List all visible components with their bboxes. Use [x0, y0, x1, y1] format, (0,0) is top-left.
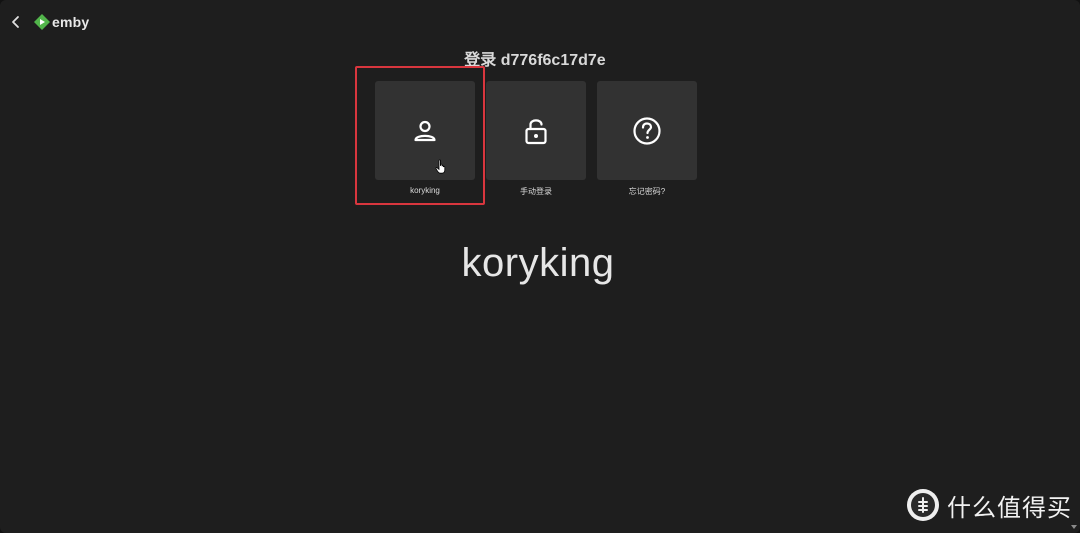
watermark: 什么值得买: [907, 487, 1072, 523]
manual-login-tile[interactable]: 手动登录: [486, 81, 586, 197]
emby-logo-icon: [34, 14, 50, 30]
login-options: koryking 手动登录 忘记密码?: [375, 81, 697, 201]
emby-logo[interactable]: emby: [34, 13, 89, 31]
hand-cursor-icon: [435, 159, 446, 174]
tile-label: 忘记密码?: [628, 187, 666, 196]
top-bar: emby: [0, 0, 1080, 44]
forgot-password-tile[interactable]: 忘记密码?: [597, 81, 697, 197]
lock-icon: [525, 118, 547, 144]
help-circle-icon: [633, 116, 661, 145]
login-window: emby 登录 d776f6c17d7e koryking 手动登录 忘记密码?…: [0, 0, 1080, 533]
page-title: 登录 d776f6c17d7e: [464, 52, 606, 69]
forgot-password-card[interactable]: [597, 81, 697, 180]
watermark-text: 什么值得买: [947, 493, 1072, 522]
chevron-left-icon: [12, 16, 19, 28]
selected-username: koryking: [461, 241, 615, 285]
user-icon: [414, 120, 436, 141]
manual-login-card[interactable]: [486, 81, 586, 180]
tile-label: koryking: [410, 186, 440, 195]
tile-label: 手动登录: [520, 187, 552, 196]
user-tile-card[interactable]: [375, 81, 475, 180]
watermark-badge: [907, 489, 939, 521]
watermark-logo-icon: [911, 493, 935, 517]
user-tile-koryking[interactable]: koryking: [375, 81, 475, 195]
brand-name: emby: [52, 14, 90, 30]
back-button[interactable]: [6, 12, 26, 32]
scroll-down-icon[interactable]: [1070, 523, 1078, 531]
